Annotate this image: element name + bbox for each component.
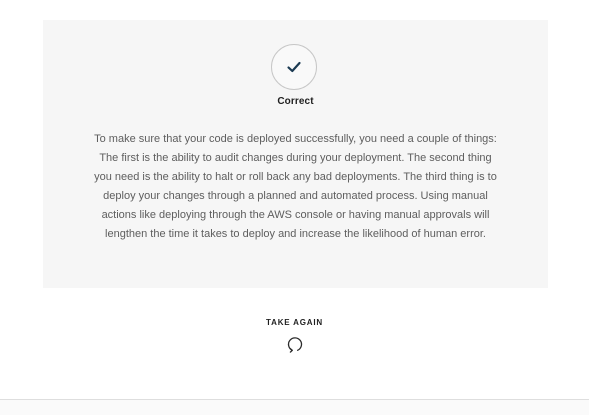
take-again-button[interactable]: TAKE AGAIN (0, 318, 589, 358)
checkmark-icon (271, 44, 317, 90)
answer-explanation: To make sure that your code is deployed … (94, 133, 497, 240)
feedback-card: Correct To make sure that your code is d… (43, 20, 548, 288)
result-label: Correct (277, 96, 314, 107)
footer-area (0, 400, 589, 415)
take-again-label[interactable]: TAKE AGAIN (0, 318, 589, 328)
quiz-result-page: Correct To make sure that your code is d… (0, 0, 589, 415)
retry-icon[interactable] (286, 335, 304, 353)
